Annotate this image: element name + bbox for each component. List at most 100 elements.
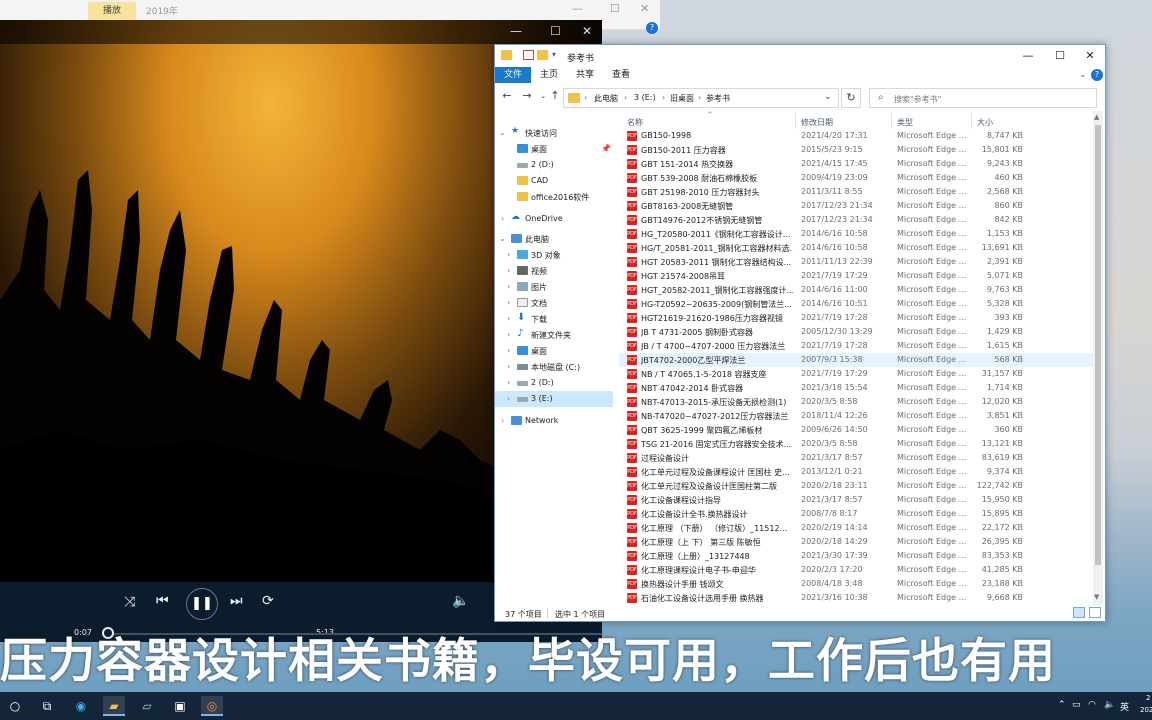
nav-item-pictures[interactable]: › 图片	[495, 279, 613, 295]
pause-button[interactable]: ❚❚	[186, 588, 218, 620]
large-icons-view-icon[interactable]	[1089, 607, 1101, 618]
column-header-size[interactable]: 大小	[977, 117, 993, 128]
network-icon[interactable]: ◠	[1088, 700, 1096, 710]
minimize-icon[interactable]: —	[510, 24, 522, 38]
chevron-up-icon[interactable]: ⌃	[1058, 700, 1066, 710]
back-icon[interactable]: ←	[499, 89, 515, 102]
file-row[interactable]: PDF 化工原理（上 下） 第三版 陈敏恒 2020/2/18 14:29 Micro…	[619, 535, 1093, 549]
task-view-icon[interactable]: ⧉	[36, 696, 58, 716]
column-divider[interactable]	[971, 113, 972, 129]
media-player-icon[interactable]: ◎	[201, 696, 223, 716]
nav-network[interactable]: › Network	[495, 413, 613, 429]
tab-file[interactable]: 文件	[495, 67, 531, 83]
volume-icon[interactable]: 🔈	[452, 593, 469, 609]
input-language[interactable]: 英	[1120, 700, 1129, 713]
file-row[interactable]: PDF HGT21619-21620-1986压力容器视镜 2021/7/19 17…	[619, 311, 1093, 325]
file-row[interactable]: PDF HGT 20583-2011 钢制化工容器结构设... 2011/11/13…	[619, 255, 1093, 269]
file-row[interactable]: PDF 化工原理 （下册） （修订版）_11512... 2020/2/19 14:…	[619, 521, 1093, 535]
app-icon[interactable]: ▣	[169, 696, 191, 716]
nav-item-3d-objects[interactable]: › 3D 对象	[495, 247, 613, 263]
file-row[interactable]: PDF NBT 47042-2014 卧式容器 2021/3/18 15:54 Mic…	[619, 381, 1093, 395]
forward-icon[interactable]: →	[519, 89, 535, 102]
nav-item-cad[interactable]: CAD	[495, 173, 613, 189]
file-row[interactable]: PDF GB150-1998 2021/4/20 17:31 Microsoft Ed…	[619, 129, 1093, 143]
nav-this-pc[interactable]: ⌄ 此电脑	[495, 231, 613, 247]
chevron-right-icon[interactable]: ›	[507, 314, 510, 323]
nav-quick-access[interactable]: ⌄ ★ 快速访问	[495, 125, 613, 141]
new-folder-icon[interactable]	[537, 50, 548, 60]
chevron-right-icon[interactable]: ›	[507, 346, 510, 355]
file-row[interactable]: PDF 化工单元过程及设备课程设计 匡国柱 史... 2013/12/1 0:21 M…	[619, 465, 1093, 479]
maximize-icon[interactable]: ☐	[550, 24, 561, 38]
scrollbar-thumb[interactable]	[1095, 125, 1101, 565]
file-row[interactable]: PDF GBT 539-2008 耐油石棉橡胶板 2009/4/19 23:09 Mi…	[619, 171, 1093, 185]
breadcrumb-old-desktop[interactable]: 旧桌面	[670, 93, 694, 104]
file-row[interactable]: PDF QBT 3625-1999 聚四氟乙烯板材 2009/6/26 14:50 M…	[619, 423, 1093, 437]
file-row[interactable]: PDF 换热器设计手册 钱颂文 2008/4/18 3:48 Microsoft Ed…	[619, 577, 1093, 591]
file-row[interactable]: PDF GBT8163-2008无缝钢管 2017/12/23 21:34 Micro…	[619, 199, 1093, 213]
chevron-right-icon[interactable]: ›	[501, 416, 504, 425]
file-row[interactable]: PDF 化工单元过程及设备设计匡国柱第二版 2020/2/18 23:11 Micro…	[619, 479, 1093, 493]
chevron-down-icon[interactable]: ⌄	[499, 234, 506, 243]
help-icon[interactable]: ?	[1091, 69, 1103, 81]
edge-icon[interactable]: ◉	[70, 696, 92, 716]
file-row[interactable]: PDF GBT 25198-2010 压力容器封头 2011/3/11 8:55 Mi…	[619, 185, 1093, 199]
chevron-down-icon[interactable]: ⌄	[1079, 70, 1087, 80]
details-view-icon[interactable]	[1073, 607, 1085, 618]
address-bar[interactable]: › 此电脑 › 3 (E:) › 旧桌面 › 参考书 ⌄	[563, 88, 839, 108]
chevron-right-icon[interactable]: ›	[507, 330, 510, 339]
vertical-scrollbar[interactable]: ▲ ▼	[1093, 111, 1103, 605]
minimize-icon[interactable]: —	[1013, 48, 1043, 64]
next-icon[interactable]: ⏭	[230, 593, 243, 609]
chevron-right-icon[interactable]: ›	[501, 214, 504, 223]
file-row[interactable]: PDF TSG 21-2016 固定式压力容器安全技术... 2020/3/5 8:…	[619, 437, 1093, 451]
column-header-date[interactable]: 修改日期	[801, 117, 833, 128]
file-row[interactable]: PDF GB150-2011 压力容器 2015/5/23 9:15 Microsof…	[619, 143, 1093, 157]
battery-icon[interactable]: ▭	[1072, 700, 1081, 710]
nav-onedrive[interactable]: › ☁ OneDrive	[495, 211, 613, 227]
chevron-right-icon[interactable]: ›	[507, 250, 510, 259]
file-row[interactable]: PDF JB / T 4700~4707-2000 压力容器法兰 2021/7/19…	[619, 339, 1093, 353]
player-titlebar[interactable]: — ☐ ✕	[0, 20, 602, 44]
file-row[interactable]: PDF HGT 21574-2008吊耳 2021/7/19 17:29 Micros…	[619, 269, 1093, 283]
column-header-type[interactable]: 类型	[897, 117, 913, 128]
notepad-icon[interactable]: ▱	[136, 696, 158, 716]
tab-home[interactable]: 主页	[535, 67, 563, 83]
file-row[interactable]: PDF JBT4702-2000乙型平焊法兰 2007/9/3 15:38 Micro…	[619, 353, 1093, 367]
file-row[interactable]: PDF 化工设备课程设计指导 2021/3/17 8:57 Microsoft Edg…	[619, 493, 1093, 507]
file-row[interactable]: PDF 化工原理（上册）_13127448 2021/3/30 17:39 Micro…	[619, 549, 1093, 563]
file-row[interactable]: PDF NB / T 47065.1-5-2018 容器支座 2021/7/19 1…	[619, 367, 1093, 381]
breadcrumb-drive-e[interactable]: 3 (E:)	[634, 93, 656, 102]
nav-item-desktop-pc[interactable]: › 桌面	[495, 343, 613, 359]
file-row[interactable]: PDF GBT 151-2014 热交换器 2021/4/15 17:45 Micro…	[619, 157, 1093, 171]
nav-item-drive-d-pc[interactable]: › 2 (D:)	[495, 375, 613, 391]
chevron-down-icon[interactable]: ▾	[552, 50, 556, 59]
refresh-icon[interactable]: ↻	[841, 88, 861, 108]
file-row[interactable]: PDF GBT14976-2012不锈钢无缝钢管 2017/12/23 21:34 M…	[619, 213, 1093, 227]
file-row[interactable]: PDF JB T 4731-2005 钢制卧式容器 2005/12/30 13:29…	[619, 325, 1093, 339]
clock-time[interactable]: 2	[1146, 694, 1150, 702]
file-row[interactable]: PDF 化工原理课程设计电子书-申迎华 2020/2/3 17:20 Microsof…	[619, 563, 1093, 577]
close-icon[interactable]: ✕	[640, 2, 649, 15]
nav-item-documents[interactable]: › 文档	[495, 295, 613, 311]
close-icon[interactable]: ✕	[582, 24, 592, 38]
explorer-titlebar[interactable]: ▾ 参考书 — ☐ ✕	[495, 45, 1105, 67]
chevron-right-icon[interactable]: ›	[507, 394, 510, 403]
pin-icon[interactable]: 📌	[601, 144, 611, 153]
file-row[interactable]: PDF HGT_20582-2011_钢制化工容器强度计... 2014/6/16 …	[619, 283, 1093, 297]
clock-date[interactable]: 202	[1140, 706, 1152, 714]
nav-item-drive-e[interactable]: › 3 (E:)	[495, 391, 613, 407]
scroll-up-icon[interactable]: ▲	[1094, 113, 1099, 121]
repeat-icon[interactable]: ⟳	[262, 593, 274, 609]
previous-icon[interactable]: ⏮	[156, 593, 169, 609]
file-row[interactable]: PDF HG/T_20581-2011_钢制化工容器材料选... 2014/6/16…	[619, 241, 1093, 255]
nav-item-videos[interactable]: › 视频	[495, 263, 613, 279]
column-header-name[interactable]: 名称	[627, 117, 643, 128]
maximize-icon[interactable]: ☐	[610, 2, 620, 15]
maximize-icon[interactable]: ☐	[1045, 48, 1075, 64]
chevron-right-icon[interactable]: ›	[507, 266, 510, 275]
chevron-right-icon[interactable]: ›	[507, 378, 510, 387]
shuffle-icon[interactable]: ⤨	[124, 594, 135, 610]
file-row[interactable]: PDF NB-T47020~47027-2012压力容器法兰 2018/11/4 1…	[619, 409, 1093, 423]
minimize-icon[interactable]: —	[572, 2, 583, 15]
